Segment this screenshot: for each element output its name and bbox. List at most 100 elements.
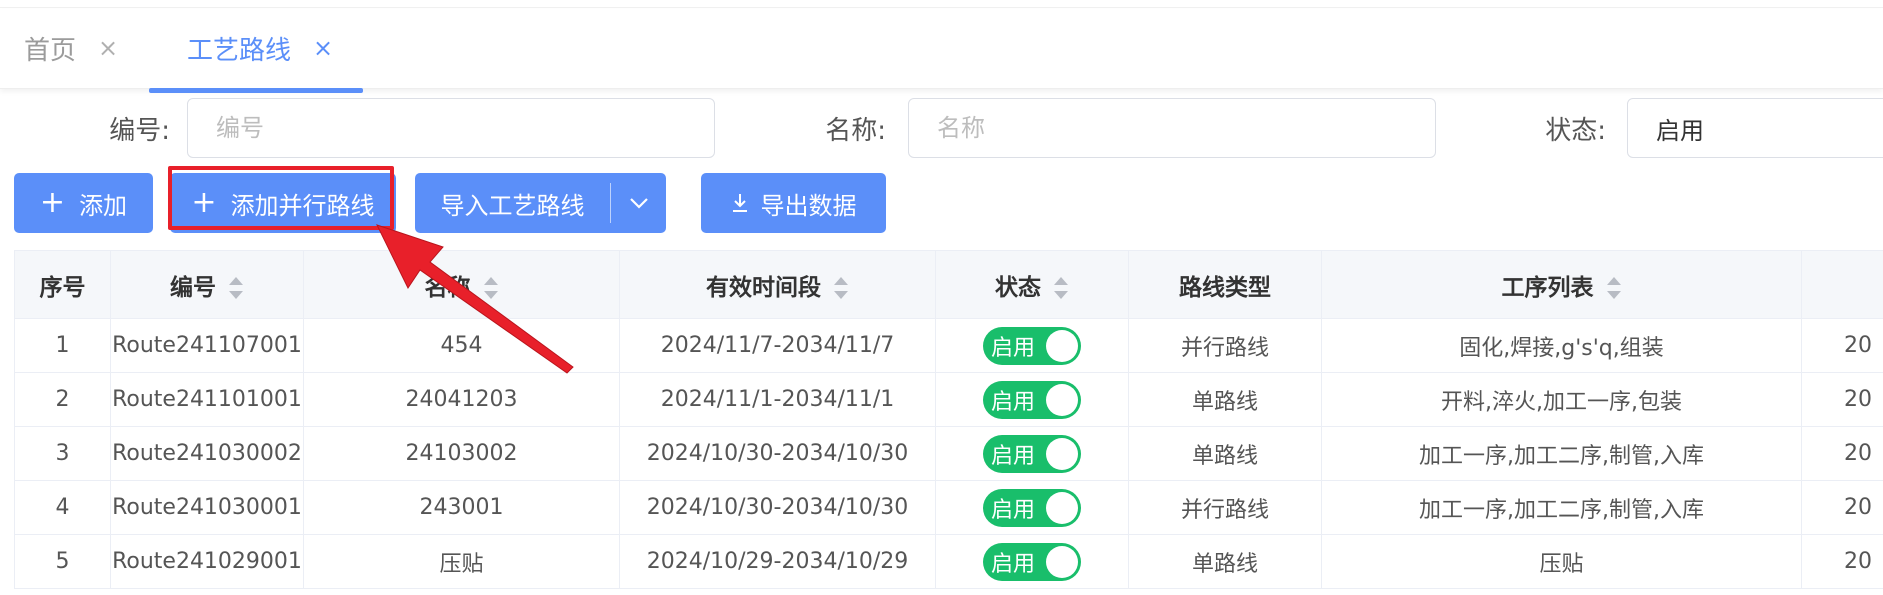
table-row[interactable]: 3 Route241030002 24103002 2024/10/30-203… [14,426,1883,481]
cell-index: 2 [14,372,111,427]
cell-process-list: 加工一序,加工二序,制管,入库 [1321,426,1802,481]
cell-period: 2024/10/30-2034/10/30 [619,480,936,535]
status-toggle[interactable]: 启用 [983,434,1081,473]
cell-index: 3 [14,426,111,481]
cell-name: 24041203 [303,372,620,427]
cell-status: 启用 [935,372,1129,427]
status-toggle-label: 启用 [991,497,1036,523]
cell-route-type: 单路线 [1128,426,1322,481]
top-strip [0,0,1883,8]
import-dropdown-toggle[interactable] [611,173,666,233]
status-toggle[interactable]: 启用 [983,542,1081,581]
active-tab-indicator [149,88,363,93]
table-row[interactable]: 1 Route241107001 454 2024/11/7-2034/11/7… [14,318,1883,373]
col-header-index: 序号 [14,250,111,319]
cell-name: 压贴 [303,534,620,589]
status-toggle-label: 启用 [991,389,1036,415]
tab-home-label: 首页 [24,35,77,66]
cell-extra: 20 [1801,372,1883,427]
status-select[interactable]: 启用 [1627,98,1883,158]
cell-name: 454 [303,318,620,373]
cell-name: 243001 [303,480,620,535]
toggle-knob [1046,437,1078,470]
cell-extra: 20 [1801,426,1883,481]
tab-home[interactable]: 首页 × [24,9,118,87]
cell-route-type: 并行路线 [1128,480,1322,535]
cell-process-list: 开料,淬火,加工一序,包装 [1321,372,1802,427]
plus-icon: + [39,185,66,220]
sort-icon[interactable] [228,276,244,300]
code-input[interactable] [187,98,715,158]
tab-process-route-close-icon[interactable]: × [313,34,333,62]
status-toggle[interactable]: 启用 [983,488,1081,527]
sort-icon[interactable] [1053,276,1069,300]
table-row[interactable]: 4 Route241030001 243001 2024/10/30-2034/… [14,480,1883,535]
cell-code: Route241107001 [110,318,304,373]
import-route-split-button: 导入工艺路线 [415,173,666,233]
export-data-button[interactable]: 导出数据 [701,173,886,233]
cell-process-list: 压贴 [1321,534,1802,589]
sort-icon[interactable] [483,276,499,300]
cell-status: 启用 [935,318,1129,373]
cell-code: Route241030001 [110,480,304,535]
status-toggle-label: 启用 [991,335,1036,361]
code-label: 编号: [109,115,170,146]
annotation-highlight-box [168,166,394,230]
download-icon [732,194,747,212]
cell-index: 4 [14,480,111,535]
import-route-label: 导入工艺路线 [440,191,585,220]
import-route-button[interactable]: 导入工艺路线 [415,173,610,233]
cell-extra: 20 [1801,534,1883,589]
toggle-knob [1046,329,1078,362]
tab-bar: 首页 × 工艺路线 × [0,9,1883,93]
toggle-knob [1046,545,1078,578]
export-data-label: 导出数据 [760,191,857,220]
cell-index: 1 [14,318,111,373]
col-header-process-list[interactable]: 工序列表 [1321,250,1802,319]
sort-icon[interactable] [1606,276,1622,300]
status-toggle[interactable]: 启用 [983,326,1081,365]
name-label: 名称: [825,115,886,146]
tab-home-close-icon[interactable]: × [98,34,118,62]
table-row[interactable]: 2 Route241101001 24041203 2024/11/1-2034… [14,372,1883,427]
status-toggle-label: 启用 [991,443,1036,469]
table-header-row: 序号 编号 名称 有效时间段 状态 路线类型 工序列表 [14,250,1883,319]
status-toggle[interactable]: 启用 [983,380,1081,419]
tab-process-route[interactable]: 工艺路线 × [149,9,363,87]
cell-route-type: 并行路线 [1128,318,1322,373]
table-row[interactable]: 5 Route241029001 压贴 2024/10/29-2034/10/2… [14,534,1883,589]
cell-code: Route241101001 [110,372,304,427]
toggle-knob [1046,491,1078,524]
cell-extra: 20 [1801,318,1883,373]
add-button[interactable]: + 添加 [14,173,153,233]
name-input[interactable] [908,98,1436,158]
cell-code: Route241030002 [110,426,304,481]
sort-icon[interactable] [833,276,849,300]
cell-route-type: 单路线 [1128,372,1322,427]
col-header-extra [1801,250,1883,319]
status-toggle-label: 启用 [991,551,1036,577]
col-header-period[interactable]: 有效时间段 [619,250,936,319]
cell-status: 启用 [935,480,1129,535]
status-select-value: 启用 [1656,116,1704,145]
cell-status: 启用 [935,426,1129,481]
toggle-knob [1046,383,1078,416]
col-header-route-type: 路线类型 [1128,250,1322,319]
cell-extra: 20 [1801,480,1883,535]
cell-period: 2024/10/30-2034/10/30 [619,426,936,481]
cell-process-list: 加工一序,加工二序,制管,入库 [1321,480,1802,535]
col-header-status[interactable]: 状态 [935,250,1129,319]
process-route-table: 序号 编号 名称 有效时间段 状态 路线类型 工序列表 1 Route24110… [14,250,1883,589]
tab-process-route-label: 工艺路线 [187,35,292,66]
cell-name: 24103002 [303,426,620,481]
status-label: 状态: [1545,115,1606,146]
cell-period: 2024/11/1-2034/11/1 [619,372,936,427]
col-header-name[interactable]: 名称 [303,250,620,319]
chevron-down-icon [629,198,648,209]
cell-code: Route241029001 [110,534,304,589]
cell-route-type: 单路线 [1128,534,1322,589]
cell-status: 启用 [935,534,1129,589]
cell-index: 5 [14,534,111,589]
col-header-code[interactable]: 编号 [110,250,304,319]
cell-period: 2024/10/29-2034/10/29 [619,534,936,589]
